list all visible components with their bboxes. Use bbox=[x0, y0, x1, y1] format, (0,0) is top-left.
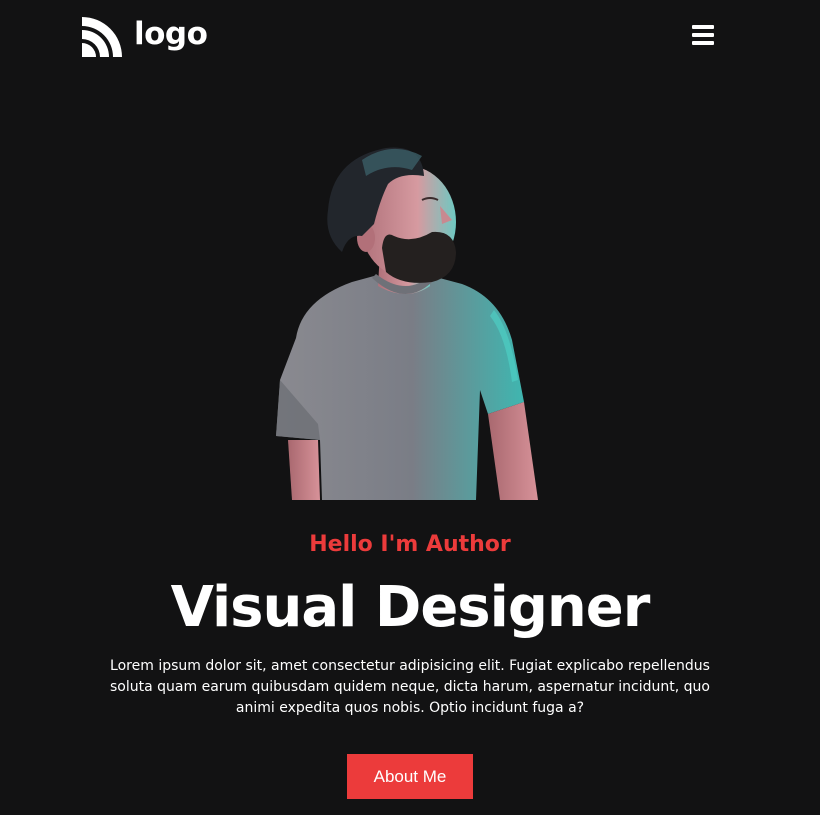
about-me-button[interactable]: About Me bbox=[347, 754, 473, 799]
hamburger-menu-icon[interactable] bbox=[691, 25, 715, 47]
hero-greeting: Hello I'm Author bbox=[309, 532, 511, 557]
hero-description: Lorem ipsum dolor sit, amet consectetur … bbox=[110, 658, 710, 716]
logo-link[interactable]: logo bbox=[82, 15, 208, 57]
logo-text: logo bbox=[134, 16, 208, 52]
hero-title: Visual Designer bbox=[170, 575, 651, 640]
site-header: logo bbox=[0, 0, 820, 74]
hero-portrait-image bbox=[262, 140, 558, 500]
signal-waves-icon bbox=[82, 17, 122, 57]
